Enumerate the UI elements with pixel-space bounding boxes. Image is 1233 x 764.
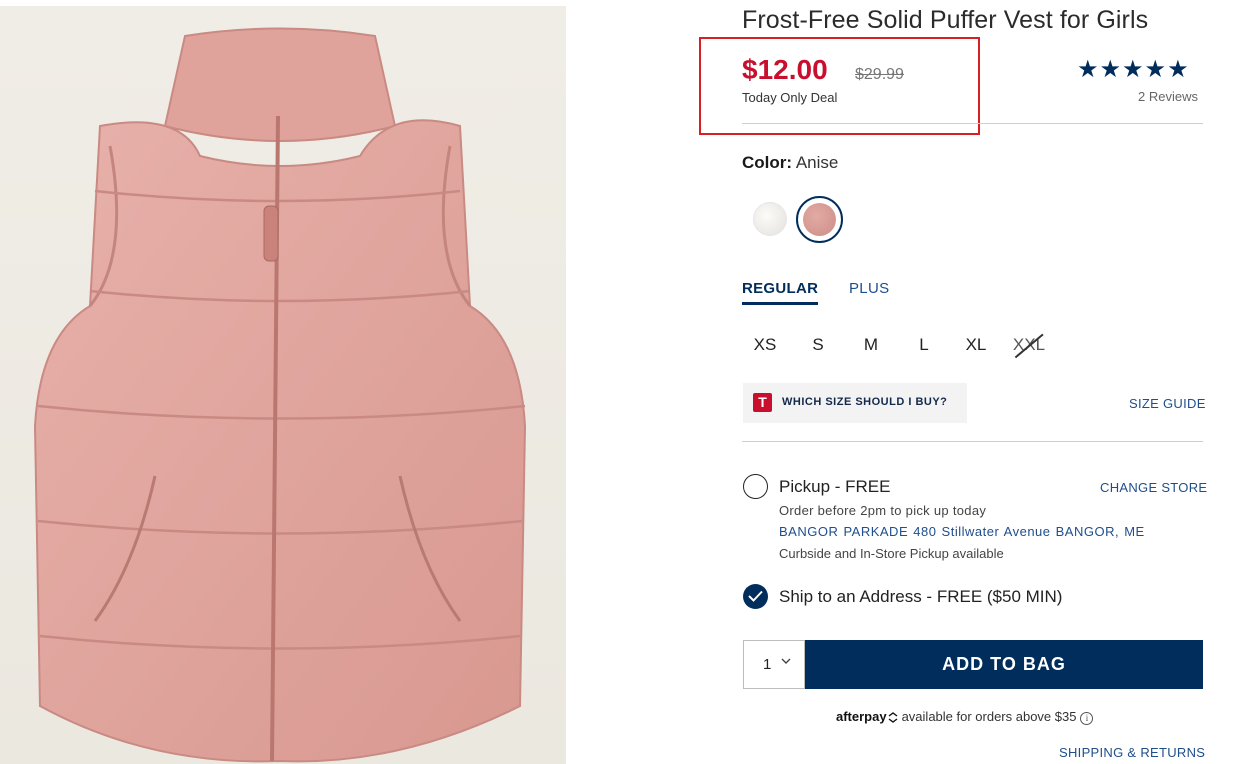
shipping-returns-link[interactable]: SHIPPING & RETURNS <box>1059 745 1205 760</box>
size-guide-link[interactable]: SIZE GUIDE <box>1129 396 1206 411</box>
afterpay-arrows-icon <box>888 712 897 723</box>
size-option-m[interactable]: M <box>851 335 891 355</box>
chevron-down-icon <box>781 658 791 664</box>
color-label: Color: <box>742 153 793 172</box>
product-title: Frost-Free Solid Puffer Vest for Girls <box>742 6 1149 34</box>
swatch-white[interactable] <box>753 202 787 236</box>
tab-regular[interactable]: REGULAR <box>742 280 819 305</box>
t-badge-icon: T <box>753 393 772 412</box>
change-store-link[interactable]: CHANGE STORE <box>1100 480 1207 495</box>
pickup-title[interactable]: Pickup - FREE <box>779 477 890 497</box>
size-option-xxl-unavailable[interactable]: XXL <box>1009 335 1049 355</box>
checkmark-icon <box>748 590 763 602</box>
deal-label: Today Only Deal <box>742 90 838 105</box>
size-option-xs[interactable]: XS <box>745 335 785 355</box>
color-value: Anise <box>795 153 839 172</box>
which-size-label: WHICH SIZE SHOULD I BUY? <box>782 396 948 408</box>
info-icon[interactable]: i <box>1080 712 1094 725</box>
afterpay-notice: afterpay available for orders above $35 i <box>836 709 1094 725</box>
tab-plus[interactable]: PLUS <box>849 280 889 297</box>
divider <box>742 123 1203 124</box>
swatch-anise-fill <box>803 203 836 236</box>
sale-price: $12.00 <box>742 54 828 85</box>
reviews-link[interactable]: 2 Reviews <box>1138 89 1198 104</box>
pickup-radio[interactable] <box>743 474 768 499</box>
quantity-select[interactable]: 1 <box>743 640 805 689</box>
ship-title[interactable]: Ship to an Address - FREE ($50 MIN) <box>779 587 1062 607</box>
add-to-bag-button[interactable]: ADD TO BAG <box>805 640 1203 689</box>
product-image[interactable] <box>0 6 566 764</box>
divider <box>742 441 1203 442</box>
afterpay-logo: afterpay <box>836 709 887 724</box>
star-rating[interactable]: ★★★★★ <box>1077 55 1190 84</box>
size-option-l[interactable]: L <box>904 335 944 355</box>
which-size-button[interactable]: T WHICH SIZE SHOULD I BUY? <box>743 383 967 423</box>
pickup-cutoff-note: Order before 2pm to pick up today <box>779 503 987 518</box>
size-option-s[interactable]: S <box>798 335 838 355</box>
color-selection: Color: Anise <box>742 153 838 173</box>
quantity-value: 1 <box>763 656 772 673</box>
ship-selected-radio[interactable] <box>743 584 768 609</box>
puffer-vest-illustration <box>33 27 527 763</box>
afterpay-text: available for orders above $35 <box>901 709 1077 724</box>
swatch-anise-pink[interactable] <box>796 196 843 243</box>
size-option-xl[interactable]: XL <box>956 335 996 355</box>
price-highlight-box <box>699 37 980 135</box>
original-price: $29.99 <box>855 66 904 83</box>
curbside-note: Curbside and In-Store Pickup available <box>779 546 1004 561</box>
store-address-link[interactable]: BANGOR PARKADE 480 Stillwater Avenue BAN… <box>779 524 1145 539</box>
